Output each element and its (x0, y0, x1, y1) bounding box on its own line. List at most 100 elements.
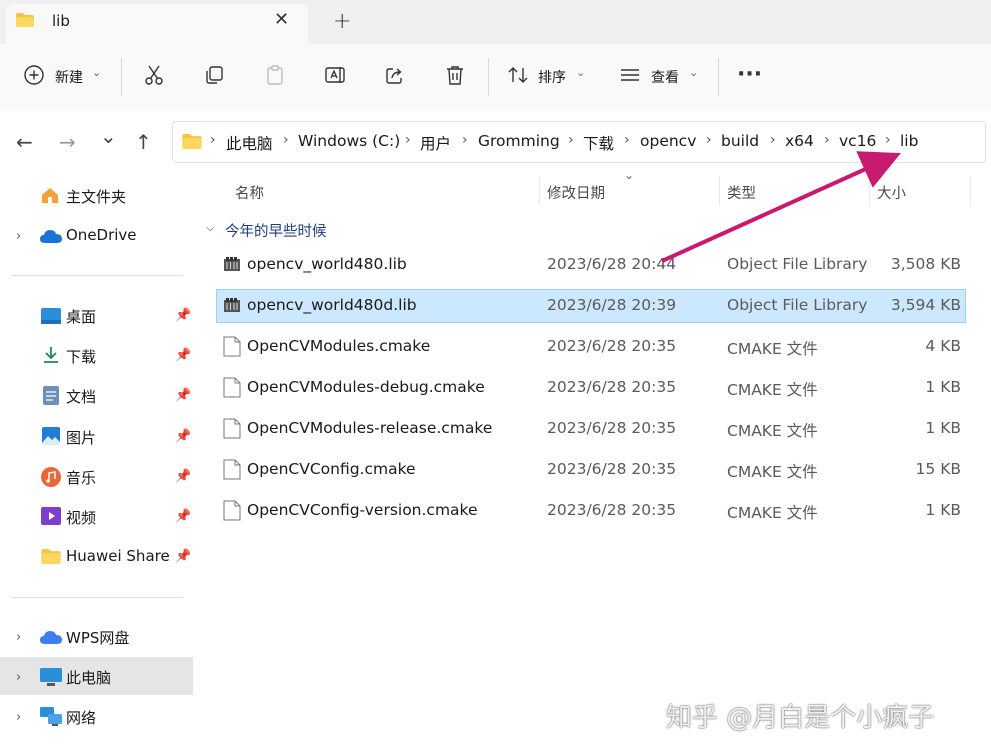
file-size: 3,594 KB (890, 296, 961, 314)
sidebar-divider (11, 597, 183, 598)
sidebar-item-pictures[interactable]: 图片 (66, 427, 96, 448)
file-type: CMAKE 文件 (727, 422, 818, 440)
sidebar-item-wps[interactable]: WPS网盘 (66, 627, 129, 648)
pin-icon[interactable]: 📌 (175, 549, 191, 564)
sort-icon[interactable] (507, 64, 529, 86)
column-header-type[interactable]: 类型 (727, 182, 756, 203)
paste-icon (267, 65, 283, 85)
breadcrumb-item[interactable]: opencv (640, 132, 696, 150)
chevron-right-icon[interactable]: › (16, 710, 21, 725)
sidebar-item-huawei-share[interactable]: Huawei Share (66, 547, 170, 565)
sidebar-item-desktop[interactable]: 桌面 (66, 306, 96, 327)
up-arrow-icon[interactable]: ↑ (135, 130, 152, 154)
chevron-right-icon[interactable]: › (16, 670, 21, 685)
column-header-name[interactable]: 名称 (235, 182, 264, 203)
column-divider[interactable] (539, 176, 540, 206)
new-button[interactable]: 新建 (55, 67, 83, 87)
sidebar-item-music[interactable]: 音乐 (66, 467, 96, 488)
computer-icon (40, 668, 62, 686)
rename-icon[interactable] (324, 64, 346, 86)
lib-file-icon (224, 298, 240, 312)
column-divider[interactable] (719, 176, 720, 206)
file-size: 4 KB (925, 337, 961, 355)
new-tab-button[interactable]: + (333, 9, 351, 34)
sidebar-item-downloads[interactable]: 下载 (66, 346, 96, 367)
close-icon[interactable]: ✕ (274, 9, 289, 30)
document-icon (223, 377, 241, 398)
back-arrow-icon[interactable]: ← (16, 130, 33, 154)
file-size: 1 KB (925, 419, 961, 437)
sidebar-divider (11, 275, 183, 276)
breadcrumb-item[interactable]: build (721, 132, 759, 150)
chevron-right-icon[interactable]: › (16, 229, 21, 244)
add-circle-icon[interactable] (23, 64, 45, 86)
view-button[interactable]: 查看 (651, 67, 679, 87)
sidebar-item-documents[interactable]: 文档 (66, 386, 96, 407)
chevron-right-icon: › (624, 132, 630, 148)
file-size: 1 KB (925, 378, 961, 396)
video-icon (41, 507, 61, 525)
forward-arrow-icon[interactable]: → (59, 130, 76, 154)
file-size: 3,508 KB (890, 255, 961, 273)
file-modified: 2023/6/28 20:35 (547, 419, 677, 437)
pin-icon[interactable]: 📌 (175, 469, 191, 484)
breadcrumb-item-current[interactable]: lib (900, 132, 918, 150)
pictures-icon (42, 427, 60, 445)
copy-icon[interactable] (203, 64, 225, 86)
breadcrumb-item[interactable]: x64 (785, 132, 814, 150)
file-modified: 2023/6/28 20:39 (547, 296, 677, 314)
sort-chevron-icon: ⌄ (624, 168, 635, 182)
sort-button[interactable]: 排序 (538, 67, 566, 87)
lib-file-icon (224, 257, 240, 271)
breadcrumb-item[interactable]: vc16 (839, 132, 876, 150)
chevron-right-icon: › (462, 132, 468, 148)
chevron-right-icon: › (283, 132, 289, 148)
folder-icon (182, 134, 202, 149)
chevron-down-icon[interactable]: ⌄ (100, 124, 117, 148)
chevron-right-icon[interactable]: › (16, 630, 21, 645)
file-modified: 2023/6/28 20:35 (547, 378, 677, 396)
column-divider[interactable] (869, 176, 870, 206)
breadcrumb-item[interactable]: Windows (C:) (298, 132, 400, 150)
file-modified: 2023/6/28 20:44 (547, 255, 677, 273)
chevron-down-icon[interactable]: ⌄ (576, 66, 585, 79)
file-type: CMAKE 文件 (727, 463, 818, 481)
music-icon (41, 467, 61, 487)
breadcrumb-item[interactable]: 下载 (583, 132, 614, 154)
desktop-icon (41, 308, 61, 324)
chevron-right-icon: › (885, 132, 891, 148)
cut-icon[interactable] (143, 64, 165, 86)
pin-icon[interactable]: 📌 (175, 308, 191, 323)
chevron-down-icon[interactable]: ⌄ (92, 66, 101, 79)
sidebar-item-network[interactable]: 网络 (66, 707, 96, 728)
more-options-icon[interactable]: ··· (737, 62, 762, 87)
view-icon[interactable] (619, 64, 641, 86)
breadcrumb-item[interactable]: 用户 (420, 132, 451, 154)
pin-icon[interactable]: 📌 (175, 388, 191, 403)
share-icon[interactable] (384, 64, 406, 86)
file-name: opencv_world480d.lib (247, 296, 417, 314)
pin-icon[interactable]: 📌 (175, 429, 191, 444)
pin-icon[interactable]: 📌 (175, 348, 191, 363)
sidebar-item-onedrive[interactable]: OneDrive (66, 226, 137, 244)
sidebar-item-home[interactable]: 主文件夹 (66, 186, 126, 207)
toolbar-divider (718, 58, 719, 96)
breadcrumb-item[interactable]: Gromming (478, 132, 560, 150)
column-header-modified[interactable]: 修改日期 (547, 182, 605, 203)
column-divider[interactable] (970, 176, 971, 206)
chevron-down-icon[interactable]: ⌄ (689, 66, 698, 79)
file-name: OpenCVConfig-version.cmake (247, 501, 478, 519)
folder-icon (16, 13, 34, 27)
file-modified: 2023/6/28 20:35 (547, 460, 677, 478)
chevron-down-icon[interactable]: ⌵ (206, 221, 214, 235)
group-header[interactable]: 今年的早些时候 (225, 220, 327, 241)
chevron-right-icon: › (824, 132, 830, 148)
file-name: OpenCVModules.cmake (247, 337, 431, 355)
pin-icon[interactable]: 📌 (175, 509, 191, 524)
home-icon (42, 188, 58, 203)
download-icon (44, 347, 58, 363)
sidebar-item-videos[interactable]: 视频 (66, 507, 96, 528)
breadcrumb-item[interactable]: 此电脑 (226, 132, 273, 154)
delete-icon[interactable] (444, 64, 466, 86)
column-header-size[interactable]: 大小 (877, 182, 906, 203)
